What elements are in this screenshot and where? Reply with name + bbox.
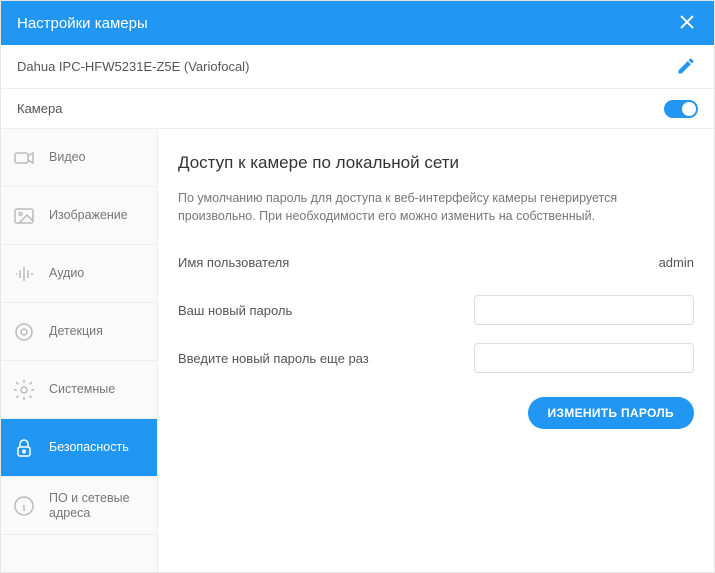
- sidebar-item-label: Аудио: [49, 266, 84, 281]
- sidebar-item-label: Изображение: [49, 208, 128, 223]
- section-title: Доступ к камере по локальной сети: [178, 153, 694, 173]
- modal-header: Настройки камеры: [1, 1, 714, 45]
- sidebar-item-video[interactable]: Видео: [1, 129, 157, 187]
- image-icon: [11, 203, 37, 229]
- username-value: admin: [659, 255, 694, 270]
- sidebar-item-label: ПО и сетевые адреса: [49, 491, 147, 521]
- audio-icon: [11, 261, 37, 287]
- edit-icon[interactable]: [676, 56, 698, 78]
- camera-enable-toggle[interactable]: [664, 100, 698, 118]
- sidebar-item-label: Видео: [49, 150, 86, 165]
- sidebar-item-label: Безопасность: [49, 440, 129, 455]
- password-confirm-input[interactable]: [474, 343, 694, 373]
- username-row: Имя пользователя admin: [178, 247, 694, 277]
- close-icon[interactable]: [678, 13, 698, 33]
- info-icon: [11, 493, 37, 519]
- username-label: Имя пользователя: [178, 255, 289, 270]
- camera-name: Dahua IPC-HFW5231E-Z5E (Variofocal): [17, 59, 249, 74]
- change-password-button[interactable]: ИЗМЕНИТЬ ПАРОЛЬ: [528, 397, 694, 429]
- password-input[interactable]: [474, 295, 694, 325]
- sidebar-item-label: Детекция: [49, 324, 103, 339]
- password-label: Ваш новый пароль: [178, 303, 292, 318]
- sidebar-item-image[interactable]: Изображение: [1, 187, 157, 245]
- sidebar-item-detection[interactable]: Детекция: [1, 303, 157, 361]
- video-icon: [11, 145, 37, 171]
- sidebar-item-label: Системные: [49, 382, 115, 397]
- sidebar-item-security[interactable]: Безопасность: [1, 419, 157, 477]
- gear-icon: [11, 377, 37, 403]
- detection-icon: [11, 319, 37, 345]
- password-row: Ваш новый пароль: [178, 295, 694, 325]
- section-description: По умолчанию пароль для доступа к веб-ин…: [178, 189, 694, 225]
- modal-title: Настройки камеры: [17, 15, 148, 32]
- camera-name-row: Dahua IPC-HFW5231E-Z5E (Variofocal): [1, 45, 714, 89]
- content-panel: Доступ к камере по локальной сети По умо…: [158, 129, 714, 572]
- camera-enable-row: Камера: [1, 89, 714, 129]
- sidebar-item-network[interactable]: ПО и сетевые адреса: [1, 477, 157, 535]
- password-confirm-label: Введите новый пароль еще раз: [178, 351, 369, 366]
- sidebar-item-audio[interactable]: Аудио: [1, 245, 157, 303]
- camera-enable-label: Камера: [17, 101, 62, 116]
- password-confirm-row: Введите новый пароль еще раз: [178, 343, 694, 373]
- sidebar: Видео Изображение Аудио Детекция Системн…: [1, 129, 158, 572]
- lock-icon: [11, 435, 37, 461]
- sidebar-item-system[interactable]: Системные: [1, 361, 157, 419]
